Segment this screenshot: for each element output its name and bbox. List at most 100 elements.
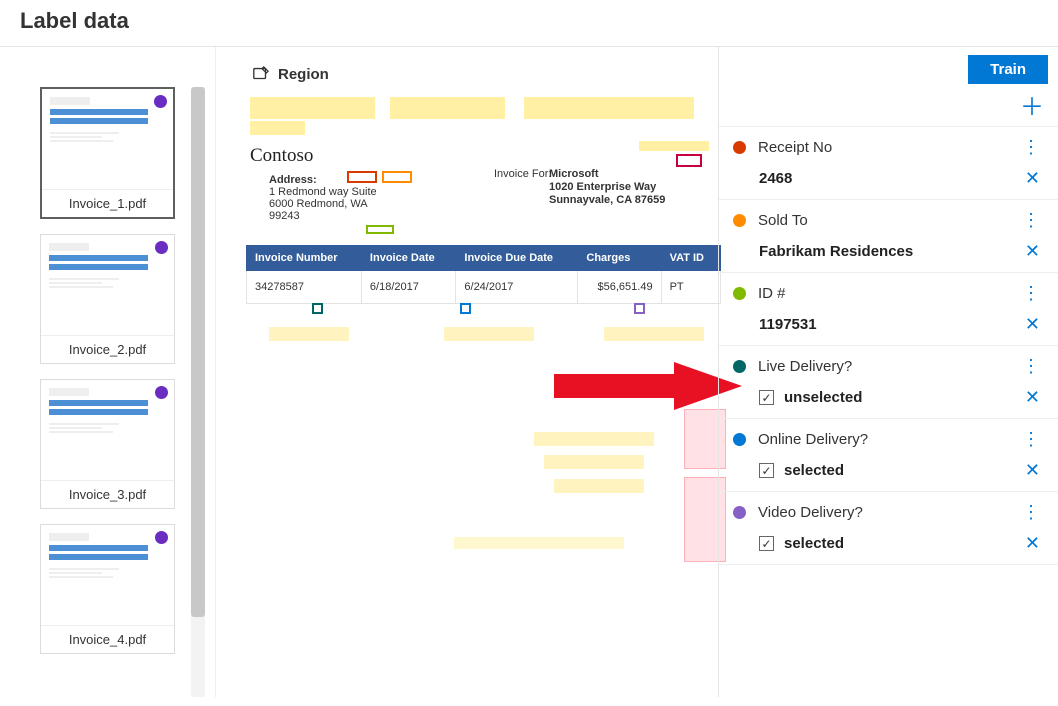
invoice-table: Invoice Number Invoice Date Invoice Due … (246, 245, 721, 304)
invoice-for-line: Sunnayvale, CA 87659 (549, 194, 665, 206)
table-cell: 6/24/2017 (456, 271, 578, 304)
field-menu-icon[interactable]: ⋮ (1018, 210, 1044, 231)
highlight (554, 479, 644, 493)
field-header[interactable]: ID # ⋮ (719, 273, 1058, 310)
thumbnail-label: Invoice_2.pdf (41, 335, 174, 363)
checkbox-icon: ✓ (759, 390, 774, 405)
highlight (390, 97, 505, 119)
clear-value-icon[interactable]: ✕ (1021, 533, 1044, 554)
labeled-indicator-icon (155, 241, 168, 254)
thumbnail-list: Invoice_1.pdf Invoice_2.pdf Invoice_3.pd… (40, 87, 183, 697)
field-value-row: ✓ selected ✕ (719, 456, 1058, 491)
document-canvas[interactable]: Contoso Address: 1 Redmond way Suite 600… (234, 97, 700, 657)
field-color-dot (733, 141, 746, 154)
thumbnail-scrollbar[interactable] (191, 87, 205, 697)
field-name: ID # (758, 285, 1018, 302)
tag-box[interactable] (676, 154, 702, 167)
thumbnail-card[interactable]: Invoice_1.pdf (40, 87, 175, 219)
clear-value-icon[interactable]: ✕ (1021, 314, 1044, 335)
field-value-row: 1197531 ✕ (719, 310, 1058, 345)
field-list: Receipt No ⋮ 2468 ✕ Sold To ⋮ Fabrikam R… (719, 127, 1058, 697)
field-menu-icon[interactable]: ⋮ (1018, 356, 1044, 377)
field-menu-icon[interactable]: ⋮ (1018, 137, 1044, 158)
selection-mark[interactable] (312, 303, 323, 314)
thumbnail-label: Invoice_3.pdf (41, 480, 174, 508)
thumbnail-card[interactable]: Invoice_3.pdf (40, 379, 175, 509)
highlight (454, 537, 624, 549)
field-value-row: Fabrikam Residences ✕ (719, 237, 1058, 272)
table-header: Invoice Number (247, 246, 362, 271)
add-field-icon[interactable]: ＋ (1020, 96, 1044, 120)
field-value: selected (784, 462, 1021, 479)
field-header[interactable]: Receipt No ⋮ (719, 127, 1058, 164)
selection-mark[interactable] (460, 303, 471, 314)
thumbnail-card[interactable]: Invoice_2.pdf (40, 234, 175, 364)
address-line: 6000 Redmond, WA (269, 198, 368, 210)
thumbnail-panel: Invoice_1.pdf Invoice_2.pdf Invoice_3.pd… (0, 47, 215, 697)
table-header: Invoice Due Date (456, 246, 578, 271)
field-header[interactable]: Video Delivery? ⋮ (719, 492, 1058, 529)
labeled-indicator-icon (155, 531, 168, 544)
field-item: Live Delivery? ⋮ ✓ unselected ✕ (719, 346, 1058, 419)
field-menu-icon[interactable]: ⋮ (1018, 502, 1044, 523)
table-header: VAT ID (661, 246, 720, 271)
field-value-row: ✓ selected ✕ (719, 529, 1058, 564)
field-value-row: ✓ unselected ✕ (719, 383, 1058, 418)
highlight (444, 327, 534, 341)
table-cell: $56,651.49 (578, 271, 661, 304)
field-value: 1197531 (759, 316, 1021, 333)
region-label[interactable]: Region (278, 66, 329, 83)
page-title: Label data (20, 8, 1038, 34)
scrollbar-thumb[interactable] (191, 87, 205, 617)
field-item: Sold To ⋮ Fabrikam Residences ✕ (719, 200, 1058, 273)
field-header[interactable]: Sold To ⋮ (719, 200, 1058, 237)
highlight (639, 141, 709, 151)
address-line: 99243 (269, 210, 300, 222)
tag-box[interactable] (366, 225, 394, 234)
field-value: selected (784, 535, 1021, 552)
field-header[interactable]: Live Delivery? ⋮ (719, 346, 1058, 383)
table-header: Charges (578, 246, 661, 271)
field-value: 2468 (759, 170, 1021, 187)
thumbnail-preview (42, 89, 173, 189)
table-row: 34278587 6/18/2017 6/24/2017 $56,651.49 … (247, 271, 721, 304)
clear-value-icon[interactable]: ✕ (1021, 168, 1044, 189)
field-item: ID # ⋮ 1197531 ✕ (719, 273, 1058, 346)
clear-value-icon[interactable]: ✕ (1021, 241, 1044, 262)
thumbnail-preview (41, 380, 174, 480)
field-menu-icon[interactable]: ⋮ (1018, 283, 1044, 304)
highlight (524, 97, 694, 119)
thumbnail-card[interactable]: Invoice_4.pdf (40, 524, 175, 654)
field-color-dot (733, 360, 746, 373)
field-value: unselected (784, 389, 1021, 406)
field-color-dot (733, 506, 746, 519)
page-header: Label data (0, 0, 1058, 47)
fields-panel: Train ＋ Receipt No ⋮ 2468 ✕ Sold To ⋮ Fa… (718, 47, 1058, 697)
address-label: Address: (269, 174, 317, 186)
tag-box[interactable] (347, 171, 377, 183)
thumbnail-preview (41, 525, 174, 625)
document-viewer: Region Contoso Address: 1 Redmond way Su… (215, 47, 718, 697)
field-color-dot (733, 214, 746, 227)
table-cell: PT (661, 271, 720, 304)
train-button[interactable]: Train (968, 55, 1048, 84)
selection-mark[interactable] (634, 303, 645, 314)
field-menu-icon[interactable]: ⋮ (1018, 429, 1044, 450)
invoice-table-wrap: Invoice Number Invoice Date Invoice Due … (246, 245, 721, 304)
clear-value-icon[interactable]: ✕ (1021, 460, 1044, 481)
field-item: Receipt No ⋮ 2468 ✕ (719, 127, 1058, 200)
field-name: Live Delivery? (758, 358, 1018, 375)
highlight (250, 97, 375, 119)
table-cell: 34278587 (247, 271, 362, 304)
field-item: Online Delivery? ⋮ ✓ selected ✕ (719, 419, 1058, 492)
tag-box[interactable] (382, 171, 412, 183)
checkbox-icon: ✓ (759, 536, 774, 551)
field-name: Sold To (758, 212, 1018, 229)
field-header[interactable]: Online Delivery? ⋮ (719, 419, 1058, 456)
field-item: Video Delivery? ⋮ ✓ selected ✕ (719, 492, 1058, 565)
field-name: Video Delivery? (758, 504, 1018, 521)
highlight (534, 432, 654, 446)
region-icon[interactable] (252, 65, 270, 83)
thumbnail-label: Invoice_1.pdf (42, 189, 173, 217)
clear-value-icon[interactable]: ✕ (1021, 387, 1044, 408)
